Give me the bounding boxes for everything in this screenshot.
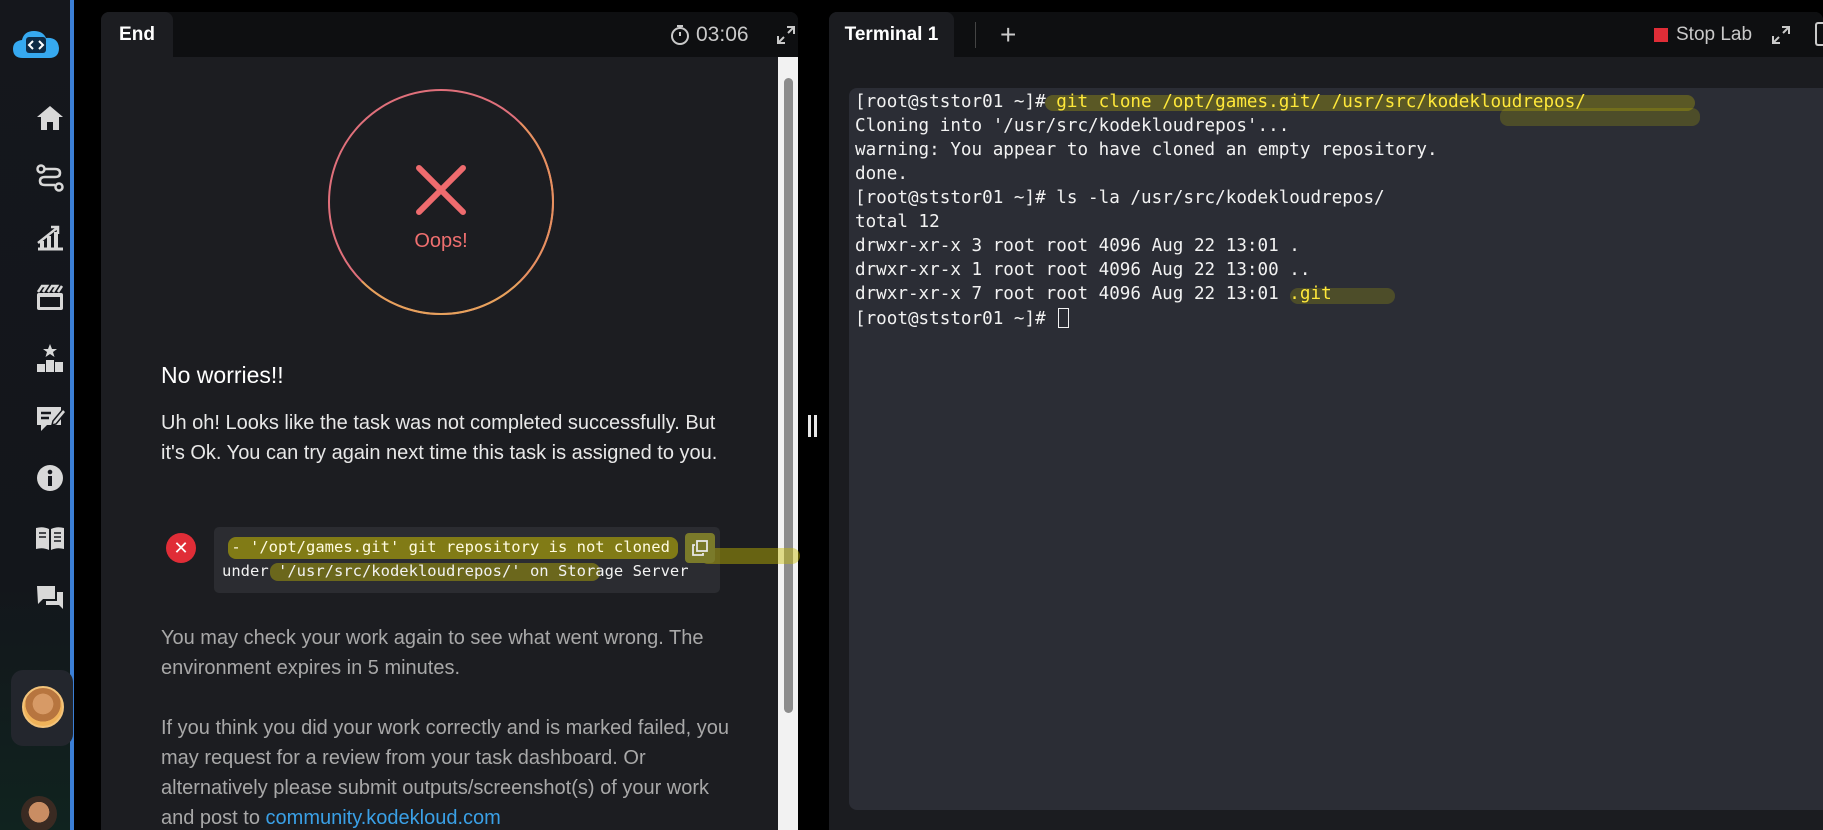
terminal-line: done. [855,164,908,184]
timer-value: 03:06 [696,23,749,46]
terminal-command: git clone /opt/games.git/ /usr/src/kodek… [1045,92,1586,112]
support-avatar[interactable] [21,796,57,830]
terminal-output: drwxr-xr-x 7 root root 4096 Aug 22 13:01 [855,284,1279,304]
leaderboard-icon[interactable] [33,341,67,375]
error-close-icon: ✕ [166,533,196,563]
info-icon[interactable] [33,461,67,495]
courses-icon[interactable] [33,281,67,315]
lab-timer: 03:06 [670,22,749,48]
scrollbar-thumb[interactable] [784,78,793,713]
terminal-prompt: [root@ststor01 ~]# [855,92,1046,112]
roadmap-icon[interactable] [33,161,67,195]
add-terminal-button[interactable]: + [1000,20,1020,50]
result-heading: No worries!! [161,362,284,388]
terminal-prompt: [root@ststor01 ~]# [855,309,1057,329]
review-message: If you think you did your work correctly… [161,713,741,830]
stop-lab-label: Stop Lab [1676,24,1753,45]
terminal-line: drwxr-xr-x 1 root root 4096 Aug 22 13:00… [855,260,1311,280]
terminal-command: ls -la /usr/src/kodekloudrepos/ [1045,188,1385,208]
notes-icon[interactable] [33,401,67,435]
progress-icon[interactable] [33,221,67,255]
terminal-prompt: [root@ststor01 ~]# [855,188,1046,208]
tab-terminal-1[interactable]: Terminal 1 [829,12,954,57]
terminal-line: total 12 [855,212,940,232]
chat-icon[interactable] [33,581,67,615]
stop-icon [1654,28,1668,42]
terminal-line: warning: You appear to have cloned an em… [855,140,1438,160]
community-link[interactable]: community.kodekloud.com [266,807,501,829]
terminal-git-dir: .git [1278,284,1332,304]
stop-lab-button[interactable]: Stop Lab [1654,22,1752,48]
terminal-line: [root@ststor01 ~]# git clone /opt/games.… [855,92,1586,112]
terminal-line: [root@ststor01 ~]# ls -la /usr/src/kodek… [855,188,1385,208]
tab-divider [975,22,976,48]
result-label: Oops! [414,230,468,252]
home-icon[interactable] [33,101,67,135]
window-icon[interactable] [1815,22,1823,46]
terminal-cursor [1058,308,1070,328]
user-avatar[interactable] [22,686,64,728]
expand-icon[interactable] [1771,25,1791,45]
fail-x-icon [411,160,471,220]
terminal-line: drwxr-xr-x 3 root root 4096 Aug 22 13:01… [855,236,1300,256]
highlight-stroke [700,548,800,564]
error-line-1: - '/opt/games.git' git repository is not… [222,538,670,556]
error-line-2: under '/usr/src/kodekloudrepos/' on Stor… [222,562,689,580]
panel-resize-handle[interactable] [808,415,820,439]
tab-end[interactable]: End [101,12,173,57]
check-message: You may check your work again to see wha… [161,627,704,679]
stopwatch-icon [671,25,689,45]
docs-icon[interactable] [33,521,67,555]
terminal-line: [root@ststor01 ~]# [855,308,1070,329]
terminal-line: drwxr-xr-x 7 root root 4096 Aug 22 13:01… [855,284,1332,304]
result-message: Uh oh! Looks like the task was not compl… [161,412,718,464]
copy-button[interactable] [685,533,715,563]
kodekloud-logo[interactable] [11,28,61,62]
terminal-line: Cloning into '/usr/src/kodekloudrepos'..… [855,116,1290,136]
copy-icon [692,540,708,556]
expand-icon[interactable] [776,25,796,45]
